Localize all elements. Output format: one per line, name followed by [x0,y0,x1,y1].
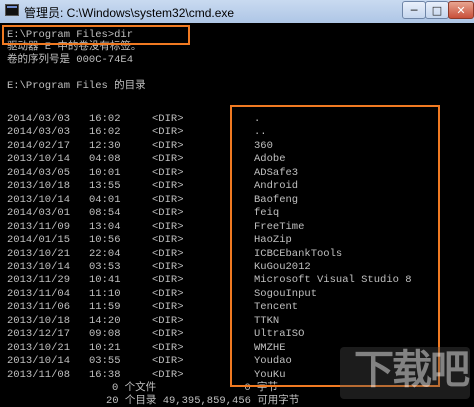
minimize-icon: ─ [410,3,418,17]
entry-type: <DIR> [152,113,184,125]
entry-date: 2014/03/01 [7,207,71,220]
entry-date: 2014/01/15 [7,234,71,247]
entry-date: 2013/11/04 [7,287,71,300]
site-watermark: 下载吧 [354,347,470,393]
entry-time: 16:02 [89,113,121,125]
entry-time: 13:04 [89,220,121,233]
entry-type: <DIR> [152,180,184,193]
close-icon: ✕ [456,3,466,17]
entry-date: 2013/10/18 [7,180,71,193]
entry-time: 09:08 [89,328,121,341]
entry-time: 08:54 [89,207,121,220]
volume-serial-line: 卷的序列号是 000C-74E4 [7,54,134,66]
entry-date: 2013/10/14 [7,260,71,273]
entry-time: 16:38 [89,368,121,381]
entry-date: 2013/10/21 [7,247,71,260]
entry-time: 10:41 [89,274,121,287]
entry-date: 2013/10/14 [7,355,71,368]
entry-type: <DIR> [152,274,184,287]
entry-date: 2013/11/09 [7,220,71,233]
entry-time: 04:08 [89,153,121,166]
entry-date: 2013/12/17 [7,328,71,341]
entry-date: 2013/10/14 [7,193,71,206]
entry-time: 03:55 [89,355,121,368]
entry-time: 10:21 [89,341,121,354]
entry-time: 11:59 [89,301,121,314]
entry-date: 2013/10/18 [7,314,71,327]
entry-type: <DIR> [152,193,184,206]
entry-date: 2014/03/05 [7,166,71,179]
entry-time: 16:02 [89,126,121,139]
entry-date: 2014/03/03 [7,113,71,125]
entry-type: <DIR> [152,341,184,354]
entry-time: 10:01 [89,166,121,179]
window-title: 管理员: C:\Windows\system32\cmd.exe [24,6,235,20]
entry-type: <DIR> [152,260,184,273]
entry-type: <DIR> [152,207,184,220]
entry-type: <DIR> [152,153,184,166]
entry-time: 13:55 [89,180,121,193]
entry-time: 10:56 [89,234,121,247]
cmd-app-icon [5,4,19,16]
prompt-highlight-box [2,25,190,45]
entry-date: 2014/03/03 [7,126,71,139]
entry-time: 04:01 [89,193,121,206]
entry-type: <DIR> [152,220,184,233]
dir-count-line: 20 个目录 49,395,859,456 可用字节 [106,395,300,407]
entry-type: <DIR> [152,234,184,247]
directory-heading-line: E:\Program Files 的目录 [7,80,146,92]
entry-type: <DIR> [152,355,184,368]
entry-time: 12:30 [89,139,121,152]
entry-type: <DIR> [152,126,184,139]
title-bar: 管理员: C:\Windows\system32\cmd.exe ─ □ ✕ [0,0,474,24]
entry-type: <DIR> [152,247,184,260]
console-area[interactable]: E:\Program Files>dir 驱动器 E 中的卷没有标签。 卷的序列… [0,23,474,407]
entry-type: <DIR> [152,368,184,381]
close-button[interactable]: ✕ [448,1,474,19]
entry-date: 2013/10/14 [7,153,71,166]
maximize-icon: □ [431,3,443,17]
entry-time: 11:10 [89,287,121,300]
maximize-button[interactable]: □ [425,1,449,19]
entry-type: <DIR> [152,166,184,179]
entry-date: 2013/10/21 [7,341,71,354]
entry-type: <DIR> [152,287,184,300]
entry-date: 2013/11/29 [7,274,71,287]
entry-date: 2013/11/06 [7,301,71,314]
entry-time: 03:53 [89,260,121,273]
entry-type: <DIR> [152,314,184,327]
minimize-button[interactable]: ─ [402,1,426,19]
entry-time: 14:20 [89,314,121,327]
entry-type: <DIR> [152,139,184,152]
entry-date: 2013/11/08 [7,368,71,381]
entry-date: 2014/02/17 [7,139,71,152]
entry-time: 22:04 [89,247,121,260]
entry-type: <DIR> [152,301,184,314]
entry-type: <DIR> [152,328,184,341]
